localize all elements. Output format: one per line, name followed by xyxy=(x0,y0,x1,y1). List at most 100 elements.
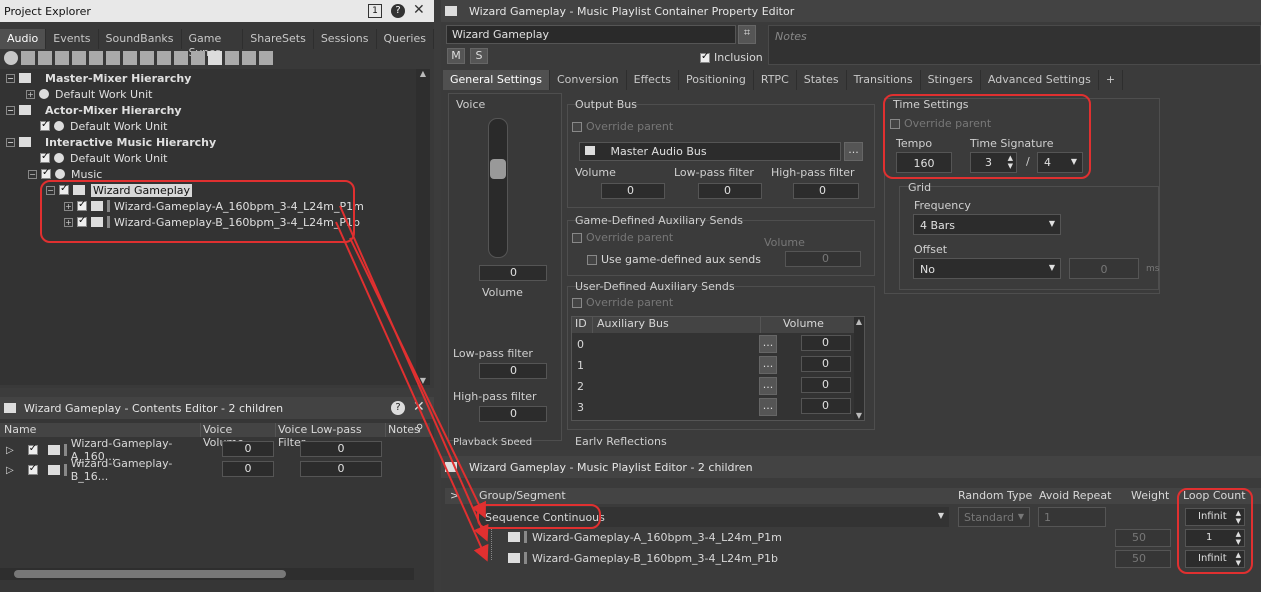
help-icon[interactable]: ? xyxy=(391,401,405,415)
tree-item-master-mixer[interactable]: − Master-Mixer Hierarchy xyxy=(6,70,191,86)
toolbar-icon-2[interactable] xyxy=(21,51,35,65)
col-voice-lpf[interactable]: Voice Low-pass Filter xyxy=(276,423,386,449)
aux-row[interactable]: 1 ... 0 xyxy=(571,355,856,375)
tab-soundbanks[interactable]: SoundBanks xyxy=(99,29,182,49)
segment-weight-field[interactable]: 50 xyxy=(1115,550,1171,568)
toolbar-icon-16[interactable] xyxy=(259,51,273,65)
toolbar-icon-4[interactable] xyxy=(55,51,69,65)
col-aux-bus[interactable]: Auxiliary Bus xyxy=(593,317,761,333)
include-checkbox[interactable] xyxy=(40,151,50,163)
voice-lpf-field[interactable]: 0 xyxy=(300,461,382,477)
scroll-down-icon[interactable]: ▼ xyxy=(854,411,864,420)
expand-all-button[interactable]: > xyxy=(450,489,459,502)
table-row[interactable]: ▷ Wizard-Gameplay-B_16... 0 0 xyxy=(0,457,430,483)
collapse-icon[interactable]: − xyxy=(28,169,37,179)
browse-bus-button[interactable]: ... xyxy=(844,142,863,161)
tab-stingers[interactable]: Stingers xyxy=(921,70,981,90)
playlist-segment-row[interactable]: Wizard-Gameplay-B_160bpm_3-4_L24m_P1b xyxy=(479,549,1099,569)
scroll-up-icon[interactable]: ▲ xyxy=(854,317,864,326)
tab-states[interactable]: States xyxy=(797,70,847,90)
toolbar-icon-10[interactable] xyxy=(157,51,171,65)
offset-ms-field[interactable]: 0 xyxy=(1069,258,1139,279)
tab-conversion[interactable]: Conversion xyxy=(550,70,627,90)
tree-item-default-work-unit-1[interactable]: + Default Work Unit xyxy=(26,86,152,102)
tree-item-default-work-unit-2[interactable]: Default Work Unit xyxy=(28,118,167,134)
game-aux-volume-field[interactable]: 0 xyxy=(785,251,861,267)
random-type-select[interactable]: Standard ▼ xyxy=(958,507,1030,527)
col-group-segment[interactable]: Group/Segment xyxy=(479,489,566,502)
col-avoid-repeat[interactable]: Avoid Repeat xyxy=(1039,489,1111,502)
toolbar-icon-1[interactable] xyxy=(4,51,18,65)
collapse-icon[interactable]: − xyxy=(6,137,15,147)
toolbar-icon-12[interactable] xyxy=(191,51,205,65)
browse-aux-button[interactable]: ... xyxy=(759,398,777,416)
offset-select[interactable]: No ▼ xyxy=(913,258,1061,279)
object-name-field[interactable]: Wizard Gameplay xyxy=(446,25,736,44)
tab-queries[interactable]: Queries xyxy=(377,29,434,49)
col-id[interactable]: ID xyxy=(572,317,593,333)
toolbar-icon-5[interactable] xyxy=(72,51,86,65)
voice-volume-field[interactable]: 0 xyxy=(222,461,274,477)
include-checkbox[interactable] xyxy=(27,463,38,475)
notes-area[interactable]: Notes xyxy=(768,25,1261,65)
scroll-down-icon[interactable]: ▼ xyxy=(416,376,430,385)
close-icon[interactable]: ✕ xyxy=(413,2,425,18)
solo-button[interactable]: S xyxy=(470,48,488,64)
search-icon[interactable]: ⚲ xyxy=(416,423,423,434)
toolbar-icon-3[interactable] xyxy=(38,51,52,65)
bus-lpf-field[interactable]: 0 xyxy=(698,183,762,199)
col-random-type[interactable]: Random Type xyxy=(958,489,1032,502)
aux-row[interactable]: 0 ... 0 xyxy=(571,334,856,354)
toolbar-icon-13[interactable] xyxy=(208,51,222,65)
toolbar-icon-6[interactable] xyxy=(89,51,103,65)
add-tab-button[interactable]: + xyxy=(1099,70,1124,90)
inclusion-checkbox[interactable] xyxy=(700,51,710,63)
tab-effects[interactable]: Effects xyxy=(627,70,680,90)
bus-volume-field[interactable]: 0 xyxy=(601,183,665,199)
tab-general-settings[interactable]: General Settings xyxy=(443,70,550,90)
browse-aux-button[interactable]: ... xyxy=(759,335,777,353)
slider-thumb[interactable] xyxy=(490,159,506,179)
aux-row[interactable]: 3 ... 0 xyxy=(571,397,856,417)
expand-icon[interactable]: ▷ xyxy=(6,465,14,476)
aux-table-scrollbar[interactable]: ▲ ▼ xyxy=(854,317,864,420)
tab-events[interactable]: Events xyxy=(46,29,99,49)
inclusion-toggle[interactable]: Inclusion xyxy=(700,51,763,64)
tab-audio[interactable]: Audio xyxy=(0,29,47,49)
close-icon[interactable]: ✕ xyxy=(413,399,425,415)
voice-volume-field[interactable]: 0 xyxy=(479,265,547,281)
name-options-button[interactable]: ⌗ xyxy=(738,25,756,44)
expand-icon[interactable]: ▷ xyxy=(6,445,14,456)
tab-game-syncs[interactable]: Game Syncs xyxy=(182,29,244,59)
voice-lpf-field[interactable]: 0 xyxy=(479,363,547,379)
use-game-aux-checkbox[interactable] xyxy=(587,254,597,265)
toolbar-icon-15[interactable] xyxy=(242,51,256,65)
aux-row[interactable]: 2 ... 0 xyxy=(571,376,856,396)
output-bus-field[interactable]: Master Audio Bus xyxy=(579,142,841,161)
toolbar-icon-11[interactable] xyxy=(174,51,188,65)
collapse-icon[interactable]: − xyxy=(6,105,15,115)
project-tree-scrollbar[interactable]: ▲ ▼ xyxy=(416,69,430,385)
voice-lpf-field[interactable]: 0 xyxy=(300,441,382,457)
user-aux-override[interactable]: Override parent xyxy=(572,296,673,309)
col-volume[interactable]: Volume xyxy=(761,317,831,333)
table-row[interactable]: ▷ Wizard-Gameplay-A_160... 0 0 xyxy=(0,437,430,463)
voice-volume-slider[interactable] xyxy=(488,118,508,258)
chevron-down-icon[interactable]: ▼ xyxy=(938,511,944,520)
avoid-repeat-field[interactable]: 1 xyxy=(1038,507,1106,527)
override-checkbox[interactable] xyxy=(572,232,582,243)
toolbar-icon-7[interactable] xyxy=(106,51,120,65)
tree-item-actor-mixer[interactable]: − Actor-Mixer Hierarchy xyxy=(6,102,182,118)
col-notes[interactable]: Notes xyxy=(386,423,420,437)
override-checkbox[interactable] xyxy=(572,121,582,132)
col-weight[interactable]: Weight xyxy=(1131,489,1169,502)
scroll-thumb[interactable] xyxy=(14,570,286,578)
tab-positioning[interactable]: Positioning xyxy=(679,70,754,90)
tab-transitions[interactable]: Transitions xyxy=(847,70,921,90)
scroll-up-icon[interactable]: ▲ xyxy=(416,69,430,78)
include-checkbox[interactable] xyxy=(27,443,38,455)
browse-aux-button[interactable]: ... xyxy=(759,377,777,395)
bus-hpf-field[interactable]: 0 xyxy=(793,183,859,199)
help-icon[interactable]: ? xyxy=(391,4,405,18)
tab-sharesets[interactable]: ShareSets xyxy=(243,29,314,49)
